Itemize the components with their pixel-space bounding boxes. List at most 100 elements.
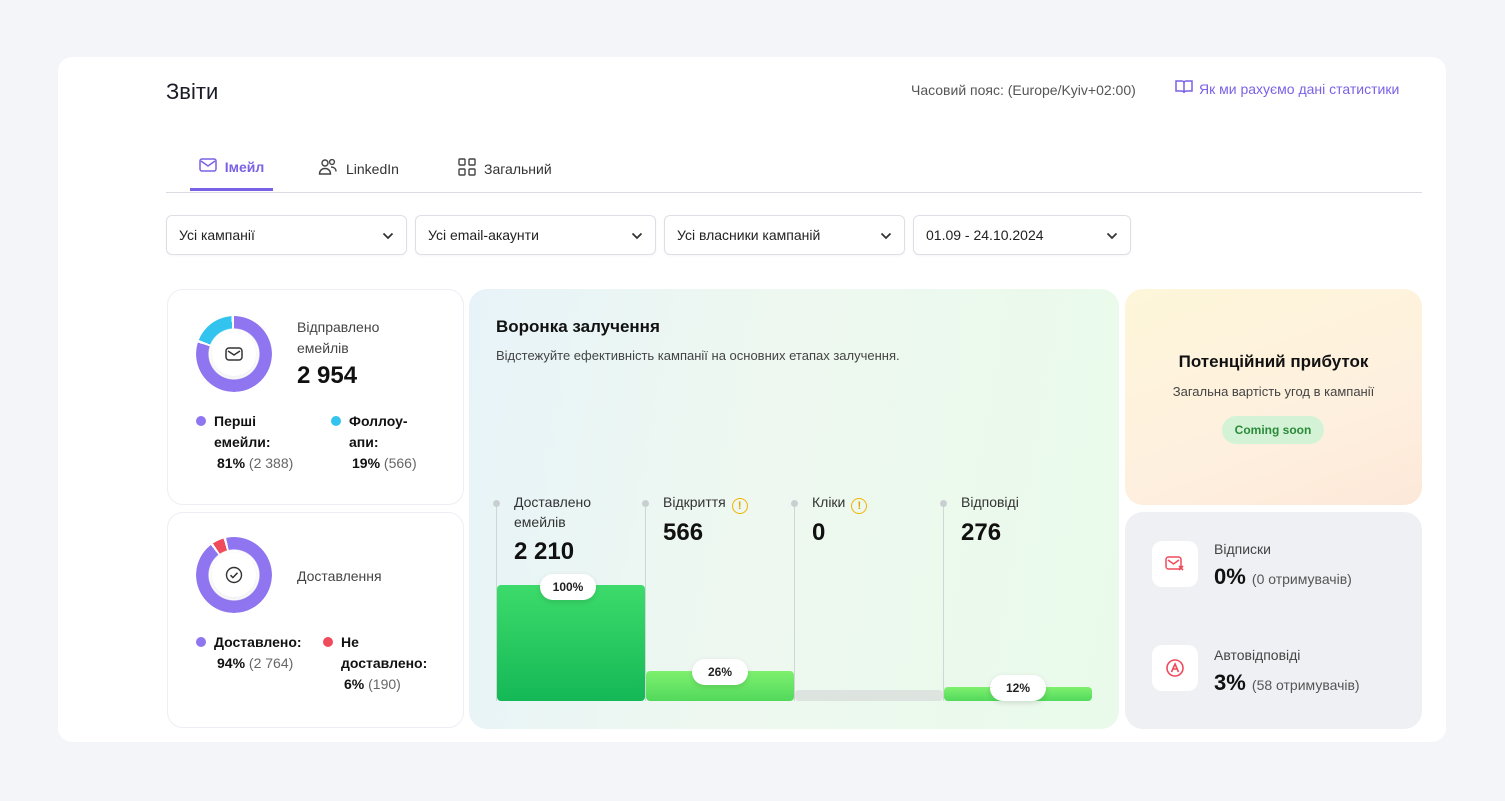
follow-ups-pct: 19% bbox=[352, 455, 381, 471]
stage-value: 566 bbox=[663, 519, 704, 546]
delivered-count: (2 764) bbox=[248, 655, 294, 671]
owner-filter-dropdown[interactable]: Усі власники кампаній bbox=[664, 215, 905, 255]
stage-dot bbox=[940, 500, 947, 507]
reports-panel: Звіти Часовий пояс: (Europe/Kyiv+02:00) … bbox=[58, 57, 1446, 742]
delivery-label: Доставлення bbox=[297, 568, 382, 584]
users-icon bbox=[318, 158, 338, 179]
email-account-filter-value: Усі email-акаунти bbox=[428, 227, 539, 243]
follow-ups-label: Фоллоу-апи: bbox=[349, 413, 408, 450]
unsubscribes-detail: (0 отримувачів) bbox=[1251, 571, 1352, 587]
timezone-label: Часовий пояс: (Europe/Kyiv+02:00) bbox=[911, 82, 1136, 98]
unsubscribes-pct: 0% bbox=[1214, 564, 1246, 589]
stage-divider-line bbox=[943, 504, 944, 701]
sent-donut-chart bbox=[196, 316, 272, 392]
stage-divider-line bbox=[794, 504, 795, 701]
book-icon bbox=[1175, 79, 1193, 98]
funnel-bar bbox=[497, 585, 645, 701]
stage-label-text: Відкриття bbox=[663, 494, 726, 510]
legend-dot bbox=[323, 637, 333, 647]
stage-percent-pill: 100% bbox=[540, 574, 596, 600]
follow-ups-count: (566) bbox=[383, 455, 417, 471]
first-emails-count: (2 388) bbox=[248, 455, 294, 471]
engagement-funnel-card: Воронка залучення Відстежуйте ефективніс… bbox=[469, 289, 1119, 729]
delivered-pct: 94% bbox=[217, 655, 246, 671]
campaign-filter-value: Усі кампанії bbox=[179, 227, 255, 243]
page-title: Звіти bbox=[166, 79, 219, 104]
stage-dot bbox=[642, 500, 649, 507]
tab-linkedin-label: LinkedIn bbox=[346, 160, 399, 177]
chevron-down-icon bbox=[1106, 227, 1118, 243]
coming-soon-badge: Coming soon bbox=[1222, 416, 1324, 444]
check-circle-icon bbox=[212, 553, 256, 597]
stage-value: 0 bbox=[812, 519, 826, 546]
follow-ups-legend: Фоллоу-апи: 19% (566) bbox=[331, 411, 451, 474]
undelivered-count: (190) bbox=[368, 676, 401, 692]
stage-label: Відповіді bbox=[961, 492, 1086, 512]
stage-percent-pill: 12% bbox=[990, 675, 1046, 702]
profit-title: Потенційний прибуток bbox=[1178, 352, 1369, 371]
unsubscribe-mail-icon bbox=[1152, 541, 1198, 587]
tabs: Імейл LinkedIn Загальний bbox=[166, 145, 1422, 193]
owner-filter-value: Усі власники кампаній bbox=[677, 227, 821, 243]
undelivered-pct: 6% bbox=[344, 676, 365, 692]
mail-icon bbox=[198, 158, 217, 175]
delivered-label: Доставлено: bbox=[214, 634, 302, 650]
grid-icon bbox=[458, 158, 476, 179]
funnel-chart: Доставлено емейлів 2 210 100% Відкриття! 566… bbox=[469, 289, 1119, 729]
stage-label: Відкриття! bbox=[663, 492, 788, 514]
campaign-filter-dropdown[interactable]: Усі кампанії bbox=[166, 215, 407, 255]
mail-icon bbox=[212, 332, 256, 376]
delivery-card: Доставлення Доставлено: 94% (2 764) Не д… bbox=[167, 512, 464, 728]
tab-email[interactable]: Імейл bbox=[190, 145, 273, 191]
unsubscribes-label: Відписки bbox=[1214, 541, 1271, 557]
stage-label-text: Відповіді bbox=[961, 494, 1019, 510]
profit-subtitle: Загальна вартість угод в кампанії bbox=[1172, 384, 1375, 399]
first-emails-legend: Перші емейли: 81% (2 388) bbox=[196, 411, 306, 474]
potential-profit-card: Потенційний прибуток Загальна вартість у… bbox=[1125, 289, 1422, 505]
auto-replies-value: 3% (58 отримувачів) bbox=[1214, 670, 1360, 696]
sent-label: Відправлено емейлів bbox=[297, 319, 380, 356]
how-we-count-label: Як ми рахуємо дані статистики bbox=[1199, 80, 1400, 97]
unsubscribes-value: 0% (0 отримувачів) bbox=[1214, 564, 1352, 590]
tab-linkedin[interactable]: LinkedIn bbox=[318, 145, 399, 192]
stage-divider-line bbox=[645, 504, 646, 701]
undelivered-label: Не доставлено: bbox=[341, 634, 428, 671]
tab-email-label: Імейл bbox=[224, 158, 265, 175]
stage-value: 276 bbox=[961, 519, 1002, 546]
date-range-dropdown[interactable]: 01.09 - 24.10.2024 bbox=[913, 215, 1131, 255]
stage-label: Кліки! bbox=[812, 492, 937, 514]
reply-stats-card: Відписки 0% (0 отримувачів) Автовідповід… bbox=[1125, 512, 1422, 729]
warning-icon[interactable]: ! bbox=[851, 498, 868, 514]
tab-general[interactable]: Загальний bbox=[458, 145, 552, 192]
stage-label-text: Кліки bbox=[812, 494, 846, 510]
first-emails-pct: 81% bbox=[217, 455, 246, 471]
stage-percent-pill: 26% bbox=[692, 658, 748, 685]
date-range-value: 01.09 - 24.10.2024 bbox=[926, 227, 1044, 243]
stage-label: Доставлено емейлів bbox=[514, 492, 614, 532]
chevron-down-icon bbox=[382, 227, 394, 243]
chevron-down-icon bbox=[880, 227, 892, 243]
stage-dot bbox=[791, 500, 798, 507]
auto-replies-detail: (58 отримувачів) bbox=[1251, 677, 1360, 693]
legend-dot bbox=[196, 637, 206, 647]
sent-total: 2 954 bbox=[297, 362, 358, 389]
undelivered-legend: Не доставлено: 6% (190) bbox=[323, 632, 453, 695]
tab-general-label: Загальний bbox=[484, 160, 552, 177]
auto-reply-icon bbox=[1152, 645, 1198, 691]
delivery-donut-chart bbox=[196, 537, 272, 613]
warning-icon[interactable]: ! bbox=[731, 498, 748, 514]
auto-replies-pct: 3% bbox=[1214, 670, 1246, 695]
legend-dot bbox=[331, 416, 341, 426]
first-emails-label: Перші емейли: bbox=[214, 413, 271, 450]
sent-emails-card: Відправлено емейлів 2 954 Перші емейли: … bbox=[167, 289, 464, 505]
auto-replies-label: Автовідповіді bbox=[1214, 647, 1301, 663]
stage-value: 2 210 bbox=[514, 538, 575, 565]
how-we-count-link[interactable]: Як ми рахуємо дані статистики bbox=[1175, 79, 1399, 98]
stage-dot bbox=[493, 500, 500, 507]
legend-dot bbox=[196, 416, 206, 426]
delivered-legend: Доставлено: 94% (2 764) bbox=[196, 632, 321, 674]
funnel-bar bbox=[795, 690, 943, 701]
stage-label-text: Доставлено емейлів bbox=[514, 494, 592, 530]
email-account-filter-dropdown[interactable]: Усі email-акаунти bbox=[415, 215, 656, 255]
chevron-down-icon bbox=[631, 227, 643, 243]
